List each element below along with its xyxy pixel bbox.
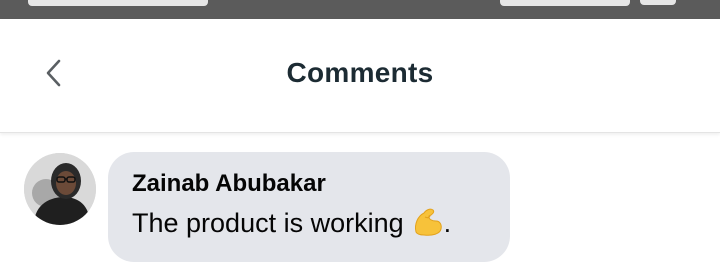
comment-bubble[interactable]: Zainab Abubakar The product is working . — [108, 152, 510, 262]
page-title: Comments — [286, 57, 434, 88]
comment-text: The product is working — [132, 208, 404, 238]
avatar-image — [24, 153, 96, 225]
comment-trailing: . — [443, 208, 452, 238]
status-bar — [0, 0, 720, 19]
comment-body: The product is working . — [132, 204, 451, 245]
battery-icon — [640, 0, 676, 5]
app-header: Comments — [0, 19, 720, 133]
avatar[interactable] — [24, 153, 96, 225]
comment-item: Zainab Abubakar The product is working . — [0, 150, 720, 262]
comment-author[interactable]: Zainab Abubakar — [132, 170, 326, 198]
status-icons-left — [28, 0, 208, 6]
status-icons-right — [500, 0, 630, 6]
flexed-biceps-icon — [410, 204, 444, 245]
